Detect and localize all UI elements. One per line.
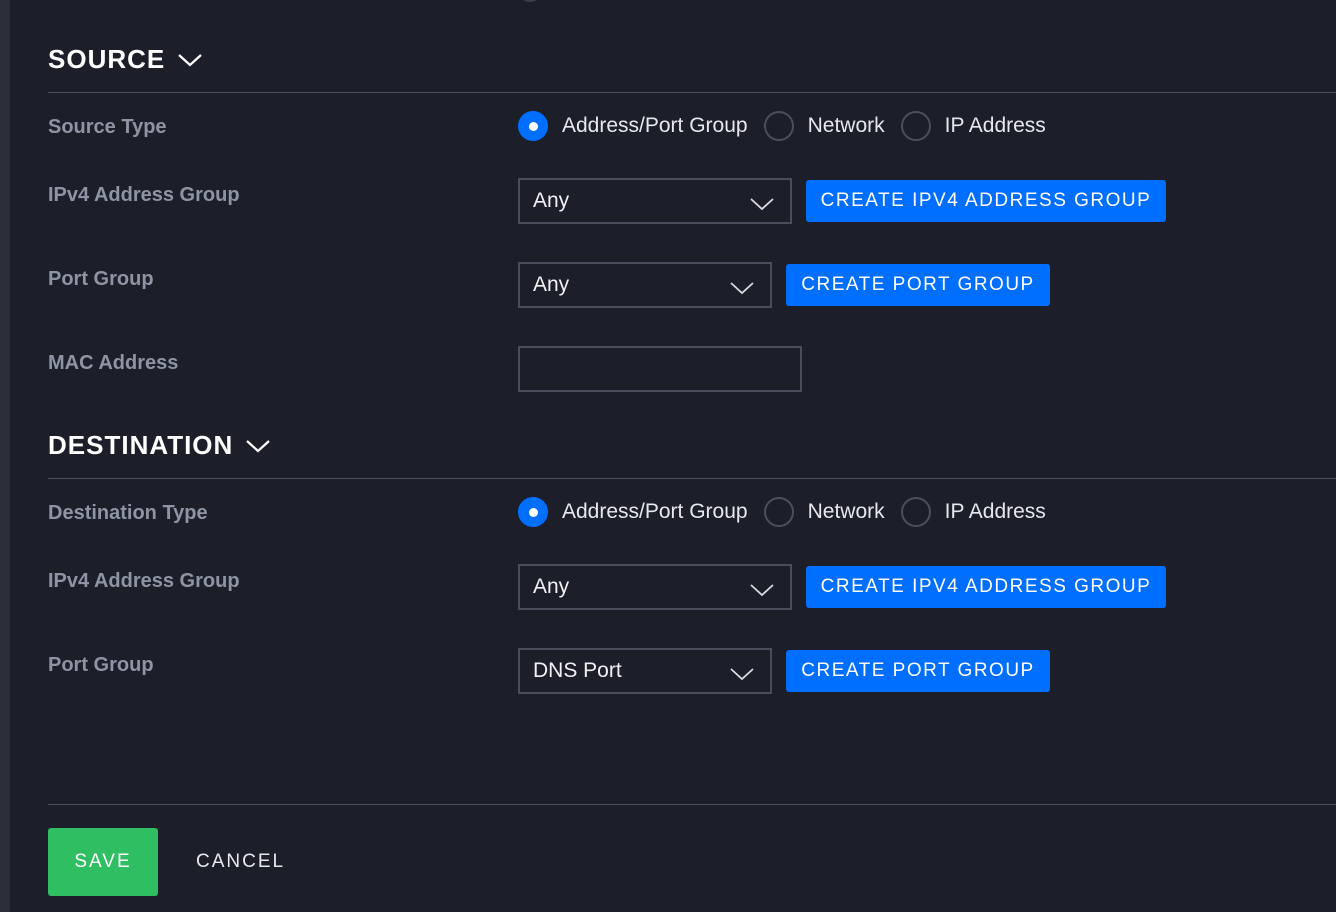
destination-create-ipv4-group-button[interactable]: CREATE IPV4 ADDRESS GROUP: [806, 566, 1166, 608]
source-type-ip-address[interactable]: IP Address: [900, 111, 1046, 141]
radio-label: IP Address: [944, 114, 1046, 137]
mac-address-label: MAC Address: [48, 352, 179, 374]
destination-type-label: Destination Type: [48, 502, 208, 524]
radio-label: Network: [807, 500, 885, 523]
destination-type-address-port-group[interactable]: Address/Port Group: [518, 497, 748, 527]
destination-create-port-group-button[interactable]: CREATE PORT GROUP: [786, 650, 1050, 692]
destination-section-header[interactable]: DESTINATION: [48, 430, 271, 461]
scrolled-off-radio[interactable]: [518, 0, 542, 2]
source-port-group-label: Port Group: [48, 268, 154, 290]
radio-unchecked-icon: [763, 111, 794, 141]
destination-ipv4-group-label: IPv4 Address Group: [48, 570, 240, 592]
destination-divider: [48, 478, 1336, 479]
left-scroll-rail: [0, 0, 10, 912]
chevron-down-icon: [178, 53, 202, 66]
source-type-radio-group: Address/Port Group Network IP Address: [518, 110, 1062, 142]
source-ipv4-group-label: IPv4 Address Group: [48, 184, 240, 206]
source-type-label: Source Type: [48, 116, 167, 138]
chevron-down-icon: [246, 439, 271, 452]
destination-port-group-select[interactable]: DNS Port: [518, 648, 772, 694]
source-create-port-group-button[interactable]: CREATE PORT GROUP: [786, 264, 1050, 306]
destination-port-group-label: Port Group: [48, 654, 154, 676]
source-section-header[interactable]: SOURCE: [48, 44, 203, 75]
source-section-title: SOURCE: [48, 44, 166, 74]
mac-address-input[interactable]: [518, 346, 802, 392]
save-button[interactable]: SAVE: [48, 828, 158, 896]
radio-checked-icon: [518, 497, 548, 527]
source-port-group-select[interactable]: Any: [518, 262, 772, 308]
radio-label: Network: [807, 114, 885, 137]
destination-type-radio-group: Address/Port Group Network IP Address: [518, 496, 1062, 528]
chevron-down-icon: [730, 668, 754, 681]
radio-unchecked-icon: [900, 497, 931, 527]
source-ipv4-group-select[interactable]: Any: [518, 178, 792, 224]
radio-unchecked-icon: [763, 497, 794, 527]
radio-unchecked-icon: [900, 111, 931, 141]
select-value: Any: [533, 189, 570, 212]
source-divider: [48, 92, 1336, 93]
destination-type-network[interactable]: Network: [763, 497, 885, 527]
radio-label: IP Address: [944, 500, 1046, 523]
radio-label: Address/Port Group: [562, 114, 748, 137]
chevron-down-icon: [750, 584, 774, 597]
source-type-address-port-group[interactable]: Address/Port Group: [518, 111, 748, 141]
chevron-down-icon: [730, 282, 754, 295]
destination-ipv4-group-select[interactable]: Any: [518, 564, 792, 610]
chevron-down-icon: [750, 198, 774, 211]
source-create-ipv4-group-button[interactable]: CREATE IPV4 ADDRESS GROUP: [806, 180, 1166, 222]
radio-label: Address/Port Group: [562, 500, 748, 523]
select-value: Any: [533, 273, 570, 296]
select-value: DNS Port: [533, 659, 622, 682]
cancel-button[interactable]: CANCEL: [186, 840, 295, 884]
radio-checked-icon: [518, 111, 548, 141]
destination-type-ip-address[interactable]: IP Address: [900, 497, 1046, 527]
select-value: Any: [533, 575, 570, 598]
footer-divider: [48, 804, 1336, 805]
source-type-network[interactable]: Network: [763, 111, 885, 141]
destination-section-title: DESTINATION: [48, 430, 234, 460]
firewall-rule-form: SOURCE Source Type Address/Port Group Ne…: [0, 0, 1336, 912]
